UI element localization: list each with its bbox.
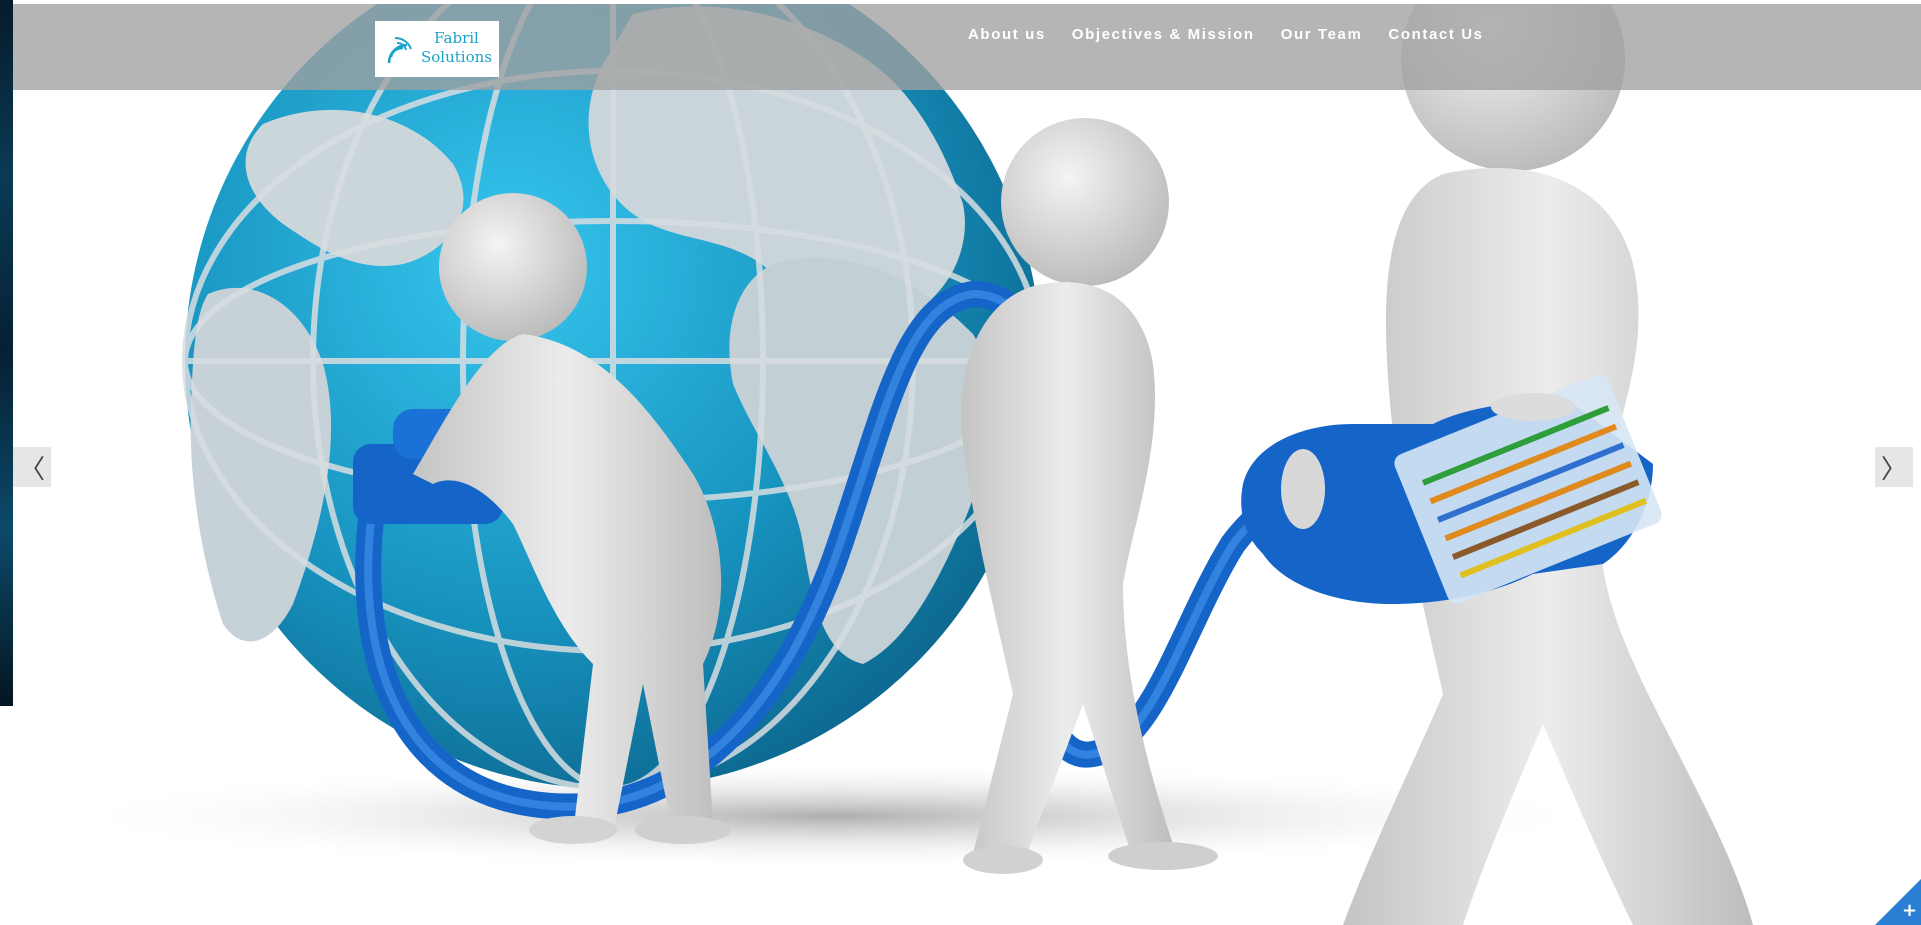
background-strip-bottom — [0, 706, 13, 925]
chevron-left-icon: 〈 — [18, 454, 45, 485]
site-header: Fabril Solutions About us Objectives & M… — [13, 4, 1921, 90]
nav-our-team[interactable]: Our Team — [1281, 26, 1363, 43]
main-nav: About us Objectives & Mission Our Team C… — [968, 26, 1484, 43]
slider-prev-button[interactable]: 〈 — [13, 447, 51, 487]
chevron-right-icon: 〉 — [1880, 454, 1907, 485]
nav-objectives-mission[interactable]: Objectives & Mission — [1072, 26, 1255, 43]
nav-about-us[interactable]: About us — [968, 26, 1046, 43]
slider-next-button[interactable]: 〉 — [1875, 447, 1913, 487]
hero-slide-image — [53, 4, 1753, 925]
nav-contact-us[interactable]: Contact Us — [1388, 26, 1483, 43]
logo-line-1: Fabril — [434, 29, 479, 47]
hero-slider: Fabril Solutions About us Objectives & M… — [13, 4, 1921, 925]
site-logo[interactable]: Fabril Solutions — [375, 21, 499, 77]
plus-icon: + — [1902, 900, 1918, 921]
scroll-down-icon[interactable]: ⌄ — [954, 899, 972, 924]
logo-text: Fabril Solutions — [421, 29, 492, 67]
signal-waves-icon — [387, 37, 412, 64]
background-strip — [0, 0, 13, 706]
logo-line-2: Solutions — [421, 48, 492, 66]
